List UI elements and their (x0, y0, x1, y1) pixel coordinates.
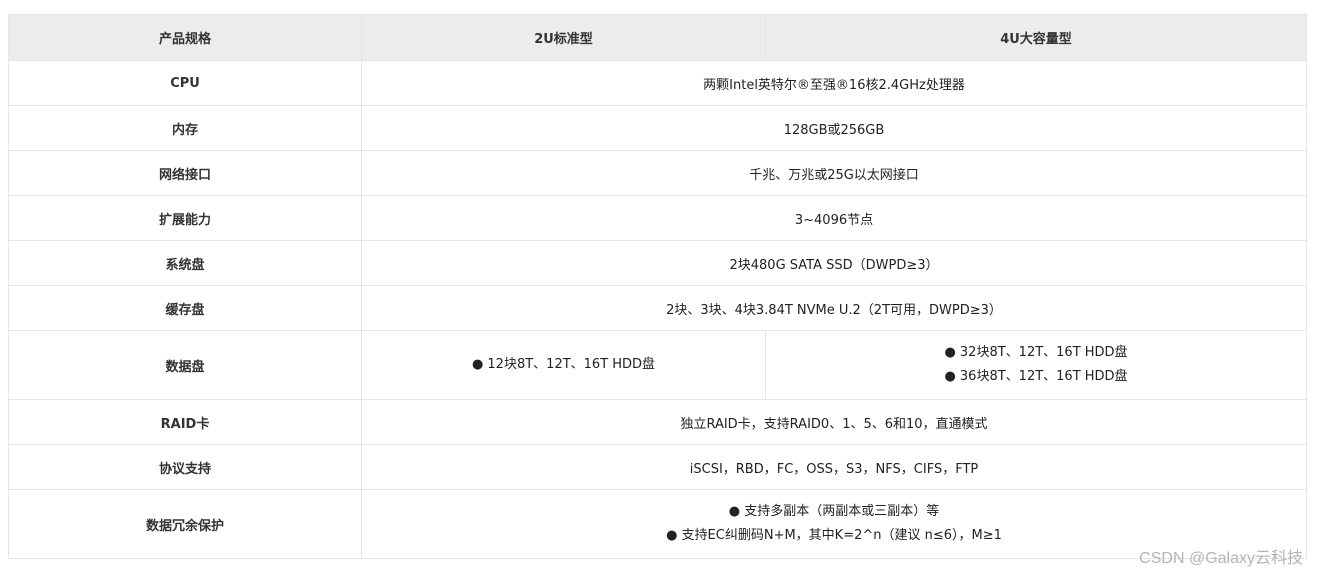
row-label: 协议支持 (8, 444, 362, 490)
row-value: 128GB或256GB (361, 105, 1307, 151)
list-item: ● 36块8T、12T、16T HDD盘 (944, 369, 1128, 384)
row-value-4u: ● 32块8T、12T、16T HDD盘 ● 36块8T、12T、16T HDD… (765, 330, 1307, 400)
row-label: 网络接口 (8, 150, 362, 196)
row-label: 内存 (8, 105, 362, 151)
list-item: ● 32块8T、12T、16T HDD盘 (944, 345, 1128, 360)
row-protocol: 协议支持 iSCSI，RBD，FC，OSS，S3，NFS，CIFS，FTP (8, 444, 1307, 490)
spec-table: 产品规格 2U标准型 4U大容量型 CPU 两颗Intel英特尔®至强®16核2… (8, 14, 1307, 559)
watermark: CSDN @Galaxy云科技 (1139, 550, 1303, 567)
list-item: ● 支持多副本（两副本或三副本）等 (728, 504, 940, 519)
row-cpu: CPU 两颗Intel英特尔®至强®16核2.4GHz处理器 (8, 60, 1307, 106)
row-scale: 扩展能力 3~4096节点 (8, 195, 1307, 241)
row-label: RAID卡 (8, 399, 362, 445)
row-label: 数据盘 (8, 330, 362, 400)
row-cache-disk: 缓存盘 2块、3块、4块3.84T NVMe U.2（2T可用，DWPD≥3） (8, 285, 1307, 331)
row-value: iSCSI，RBD，FC，OSS，S3，NFS，CIFS，FTP (361, 444, 1307, 490)
row-value: 3~4096节点 (361, 195, 1307, 241)
row-label: 扩展能力 (8, 195, 362, 241)
row-value-2u: ● 12块8T、12T、16T HDD盘 (361, 330, 766, 400)
row-value: 2块、3块、4块3.84T NVMe U.2（2T可用，DWPD≥3） (361, 285, 1307, 331)
list-item: ● 12块8T、12T、16T HDD盘 (471, 357, 656, 372)
row-redundancy: 数据冗余保护 ● 支持多副本（两副本或三副本）等 ● 支持EC纠删码N+M，其中… (8, 489, 1307, 559)
row-raid: RAID卡 独立RAID卡，支持RAID0、1、5、6和10，直通模式 (8, 399, 1307, 445)
row-label: CPU (8, 60, 362, 106)
row-label: 数据冗余保护 (8, 489, 362, 559)
header-spec: 产品规格 (8, 14, 362, 61)
header-2u: 2U标准型 (361, 14, 766, 61)
row-memory: 内存 128GB或256GB (8, 105, 1307, 151)
row-system-disk: 系统盘 2块480G SATA SSD（DWPD≥3） (8, 240, 1307, 286)
row-data-disk: 数据盘 ● 12块8T、12T、16T HDD盘 ● 32块8T、12T、16T… (8, 330, 1307, 400)
row-label: 缓存盘 (8, 285, 362, 331)
row-network: 网络接口 千兆、万兆或25G以太网接口 (8, 150, 1307, 196)
row-value: 独立RAID卡，支持RAID0、1、5、6和10，直通模式 (361, 399, 1307, 445)
header-row: 产品规格 2U标准型 4U大容量型 (8, 14, 1307, 61)
header-4u: 4U大容量型 (765, 14, 1307, 61)
row-value: 两颗Intel英特尔®至强®16核2.4GHz处理器 (361, 60, 1307, 106)
row-value: 2块480G SATA SSD（DWPD≥3） (361, 240, 1307, 286)
row-value: 千兆、万兆或25G以太网接口 (361, 150, 1307, 196)
row-label: 系统盘 (8, 240, 362, 286)
